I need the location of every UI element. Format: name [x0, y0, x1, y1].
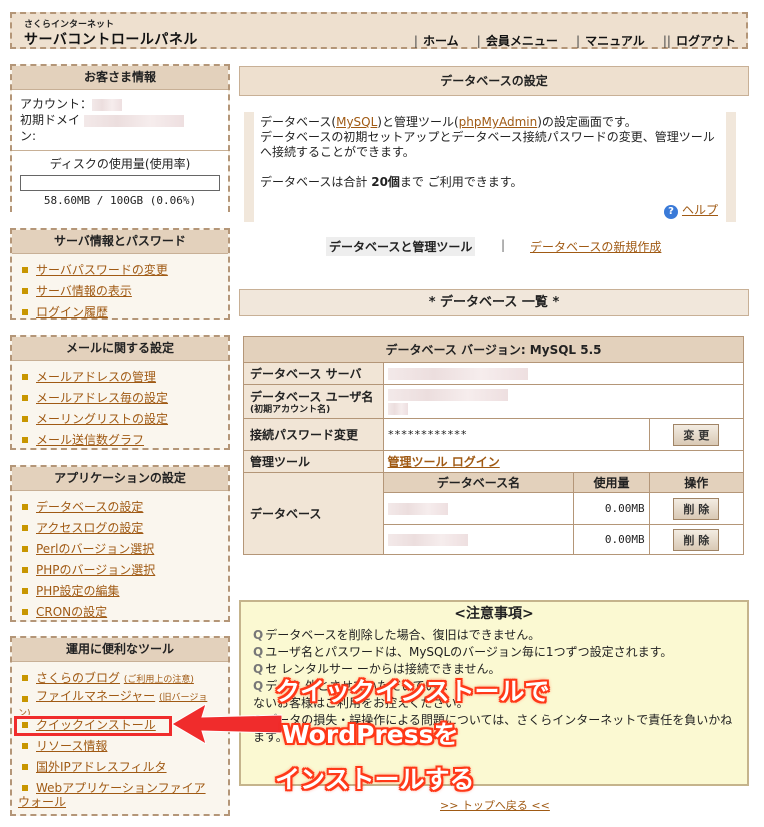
delete-button[interactable]: 削 除: [673, 497, 720, 520]
disk-usage-value: 58.60MB / 100GB (0.06%): [20, 194, 220, 207]
db-usage-cell: 0.00MB: [573, 492, 650, 525]
sidebar-item-blog[interactable]: さくらのブログ (ご利用上の注意): [18, 668, 222, 689]
sidebar-item-server-password[interactable]: サーバパスワードの変更: [18, 260, 222, 281]
customer-info-title: お客さま情報: [12, 66, 228, 90]
mail-settings-box: メールに関する設定 メールアドレスの管理 メールアドレス毎の設定 メーリングリス…: [10, 335, 230, 450]
notice-title: <注意事項>: [454, 606, 534, 622]
domain-label: 初期ドメイ: [20, 113, 81, 127]
disk-usage: ディスクの使用量(使用率) 58.60MB / 100GB (0.06%): [12, 150, 228, 215]
db-user-value: [382, 384, 745, 419]
sidebar-item-ip-filter[interactable]: 国外IPアドレスフィルタ: [18, 757, 222, 778]
server-info-title: サーバ情報とパスワード: [12, 230, 228, 254]
db-server-value: [382, 362, 745, 385]
sidebar-item-server-info[interactable]: サーバ情報の表示: [18, 281, 222, 302]
brand-title: サーバコントロールパネル: [24, 32, 198, 48]
sidebar-item-php-version[interactable]: PHPのバージョン選択: [18, 560, 222, 581]
annotation-line2: WordPressを: [282, 720, 459, 749]
sub-tabs: データベースと管理ツール | データベースの新規作成: [239, 236, 749, 256]
mysql-link[interactable]: MySQL: [336, 115, 377, 129]
sidebar-item-mail-graph[interactable]: メール送信数グラフ: [18, 430, 222, 451]
tools-title: 運用に便利なツール: [12, 638, 228, 662]
sidebar-item-database[interactable]: データベースの設定: [18, 497, 222, 518]
sidebar-item-waf[interactable]: Webアプリケーションファイア ウォール: [18, 778, 222, 808]
db-usage-cell: 0.00MB: [573, 524, 650, 555]
account-info: アカウント： 初期ドメイ ン:: [12, 90, 228, 150]
app-settings-box: アプリケーションの設定 データベースの設定 アクセスログの設定 Perlのバージ…: [10, 465, 230, 622]
domain-redacted: [83, 114, 184, 127]
help-icon: ?: [663, 205, 678, 219]
db-name-cell: [382, 524, 575, 555]
col-operation: 操作: [648, 472, 745, 493]
domain-label-cont: ン:: [20, 129, 37, 143]
admin-tool-login-link[interactable]: 管理ツール ログイン: [388, 455, 500, 469]
nav-manual[interactable]: | マニュアル: [576, 34, 645, 48]
sidebar-item-php-settings[interactable]: PHP設定の編集: [18, 581, 222, 602]
help-link[interactable]: ? ヘルプ: [663, 203, 718, 219]
db-server-label: データベース サーバ: [243, 362, 384, 385]
db-user-label: データベース ユーザ名 (初期アカウント名): [243, 384, 384, 419]
blog-note: (ご利用上の注意): [123, 675, 194, 685]
tab-separator: |: [501, 238, 506, 252]
sidebar-item-mail-address[interactable]: メールアドレスの管理: [18, 367, 222, 388]
file-manager-note: (旧バージョ: [159, 693, 208, 703]
disk-usage-title: ディスクの使用量(使用率): [49, 157, 191, 171]
db-name-cell: [382, 492, 575, 525]
top-nav: | ホーム | 会員メニュー | マニュアル || ログアウト: [400, 32, 736, 49]
sidebar-item-perl-version[interactable]: Perlのバージョン選択: [18, 539, 222, 560]
nav-home[interactable]: | ホーム: [414, 34, 459, 48]
sidebar-item-cron[interactable]: CRONの設定: [18, 602, 222, 623]
database-label: データベース: [243, 472, 384, 555]
account-label: アカウント：: [20, 97, 93, 111]
nav-logout[interactable]: || ログアウト: [663, 34, 736, 48]
disk-usage-bar: [20, 175, 220, 191]
annotation-line1: クイックインストールで: [275, 677, 550, 706]
server-info-box: サーバ情報とパスワード サーバパスワードの変更 サーバ情報の表示 ログイン履歴: [10, 228, 230, 320]
customer-info-box: お客さま情報 アカウント： 初期ドメイ ン: ディスクの使用量(使用率) 58.…: [10, 64, 230, 215]
db-list-title: * データベース 一覧 *: [239, 289, 749, 316]
tab-new-database[interactable]: データベースの新規作成: [530, 238, 661, 255]
notice-item: Q ユーザ名とパスワードは、MySQLのバージョン毎に1つずつ設定されます。: [253, 645, 673, 659]
sidebar-item-mailing-list[interactable]: メーリングリストの設定: [18, 409, 222, 430]
delete-button[interactable]: 削 除: [673, 528, 720, 551]
account-redacted: [92, 98, 123, 111]
annotation-line3: インストールする: [275, 765, 475, 794]
admin-tool-label: 管理ツール: [243, 450, 384, 473]
db-version-caption: データベース バージョン: MySQL 5.5: [243, 336, 744, 363]
database-table: データベース バージョン: MySQL 5.5 データベース サーバ データベー…: [243, 336, 745, 555]
change-password-button[interactable]: 変 更: [673, 423, 720, 446]
col-usage: 使用量: [573, 472, 650, 493]
notice-item: Q データベースを削除した場合、復旧はできません。: [253, 628, 541, 642]
phpmyadmin-link[interactable]: phpMyAdmin: [459, 115, 538, 129]
back-to-top-link[interactable]: >> トップへ戻る <<: [440, 797, 550, 813]
sidebar-item-login-history[interactable]: ログイン履歴: [18, 302, 222, 323]
mail-settings-title: メールに関する設定: [12, 337, 228, 361]
header-bar: さくらインターネット サーバコントロールパネル | ホーム | 会員メニュー | マニ…: [10, 12, 748, 49]
sidebar-item-mail-per-address[interactable]: メールアドレス毎の設定: [18, 388, 222, 409]
col-db-name: データベース名: [382, 472, 575, 493]
db-limit: 20個: [371, 175, 400, 189]
password-label: 接続パスワード変更: [243, 418, 384, 451]
red-arrow-icon: [172, 704, 282, 744]
intro-text: データベース(MySQL)と管理ツール(phpMyAdmin)の設定画面です。 …: [244, 112, 736, 222]
nav-member-menu[interactable]: | 会員メニュー: [477, 34, 558, 48]
password-value: ************: [382, 418, 650, 451]
app-settings-title: アプリケーションの設定: [12, 467, 228, 491]
tab-database-tools[interactable]: データベースと管理ツール: [326, 237, 476, 256]
sidebar-item-access-log[interactable]: アクセスログの設定: [18, 518, 222, 539]
page-title: データベースの設定: [239, 66, 749, 96]
quick-install-highlight: [14, 716, 172, 736]
